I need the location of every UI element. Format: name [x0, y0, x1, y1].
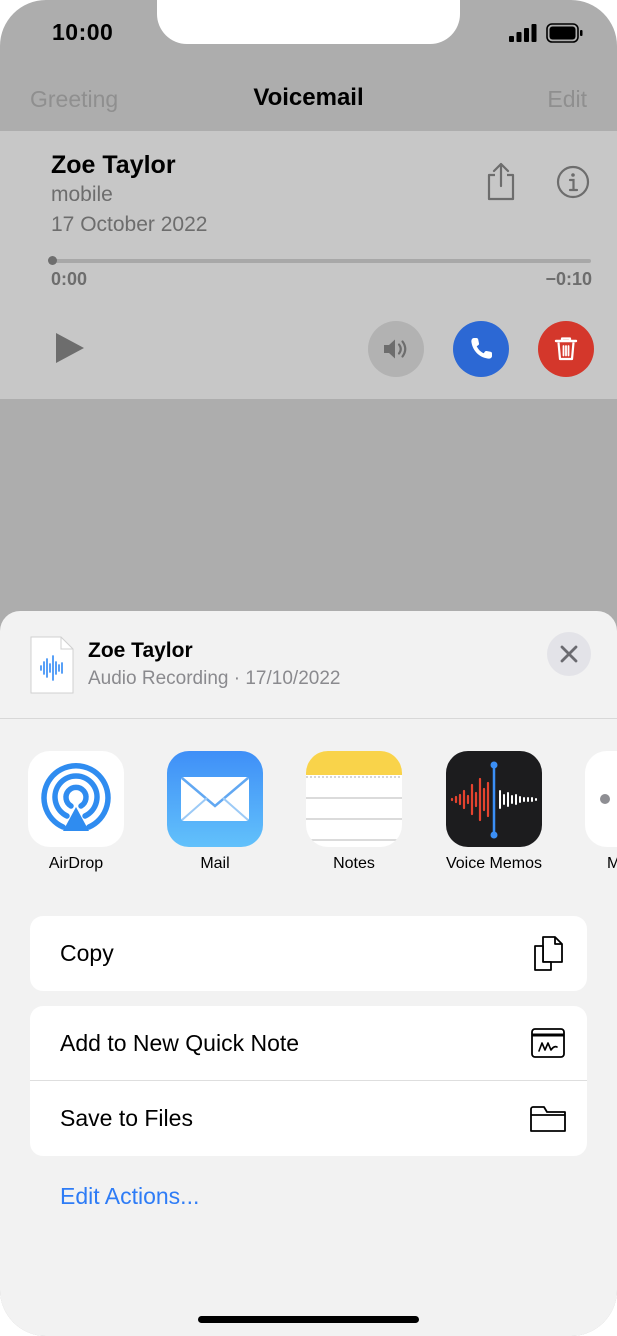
elapsed-time: 0:00 — [51, 269, 88, 289]
share-app-voice-memos[interactable]: Voice Memos — [446, 751, 542, 872]
remaining-time: −0:10 — [545, 269, 592, 289]
app-label: Notes — [333, 855, 375, 872]
airdrop-icon — [28, 751, 124, 847]
speaker-button[interactable] — [368, 321, 424, 377]
quick-note-action[interactable]: Add to New Quick Note — [30, 1006, 587, 1081]
close-button[interactable] — [547, 632, 591, 676]
notes-icon — [306, 751, 402, 847]
share-sheet: Zoe Taylor Audio Recording · 17/10/2022 … — [0, 611, 617, 1336]
mail-icon — [167, 751, 263, 847]
share-app-airdrop[interactable]: AirDrop — [28, 751, 124, 872]
app-label: M — [607, 855, 617, 872]
cellular-signal-icon — [509, 24, 537, 42]
actions-group: Add to New Quick Note Save to Files — [30, 1006, 587, 1156]
phone-screen: 10:00 Greeting Voicemail Edit Zoe Taylor… — [0, 0, 617, 1336]
caller-name: Zoe Taylor — [51, 151, 176, 179]
status-time: 10:00 — [52, 19, 114, 45]
call-back-button[interactable] — [453, 321, 509, 377]
app-label: Mail — [200, 855, 230, 872]
playback-scrubber[interactable] — [51, 259, 591, 263]
audio-file-icon — [30, 636, 74, 694]
voice-memos-icon — [446, 751, 542, 847]
phone-icon — [471, 338, 492, 359]
nav-bar: Greeting Voicemail Edit — [0, 70, 617, 130]
voicemail-card: Zoe Taylor mobile 17 October 2022 0:00 −… — [0, 131, 617, 399]
speaker-icon — [384, 339, 407, 359]
copy-action[interactable]: Copy — [30, 916, 587, 991]
battery-icon — [546, 23, 583, 43]
save-to-files-action[interactable]: Save to Files — [30, 1081, 587, 1156]
status-bar: 10:00 — [0, 0, 617, 70]
notch — [157, 0, 460, 44]
edit-button[interactable]: Edit — [547, 86, 587, 113]
delete-button[interactable] — [538, 321, 594, 377]
folder-icon — [530, 1106, 566, 1132]
voicemail-date: 17 October 2022 — [51, 213, 208, 236]
more-app-icon — [585, 751, 617, 847]
play-button[interactable] — [54, 331, 86, 365]
close-icon — [560, 645, 578, 663]
action-label: Add to New Quick Note — [60, 1030, 300, 1056]
edit-actions-link[interactable]: Edit Actions... — [60, 1183, 199, 1210]
scrubber-knob[interactable] — [48, 256, 57, 265]
home-indicator[interactable] — [198, 1316, 419, 1323]
info-icon[interactable] — [556, 165, 590, 199]
share-app-mail[interactable]: Mail — [167, 751, 263, 872]
quick-note-icon — [531, 1028, 565, 1058]
copy-icon — [534, 936, 563, 971]
share-item-title: Zoe Taylor — [88, 639, 193, 662]
header-divider — [0, 718, 617, 719]
caller-number-type: mobile — [51, 183, 113, 206]
copy-group: Copy — [30, 916, 587, 991]
share-item-subtitle: Audio Recording · 17/10/2022 — [88, 668, 341, 689]
share-app-more[interactable]: M — [585, 751, 617, 872]
trash-icon — [554, 337, 578, 361]
app-label: Voice Memos — [445, 855, 543, 872]
action-label: Save to Files — [60, 1105, 193, 1131]
app-label: AirDrop — [48, 855, 104, 872]
share-app-notes[interactable]: Notes — [306, 751, 402, 872]
page-title: Voicemail — [253, 84, 364, 111]
share-icon[interactable] — [484, 161, 518, 201]
action-label: Copy — [60, 940, 114, 966]
